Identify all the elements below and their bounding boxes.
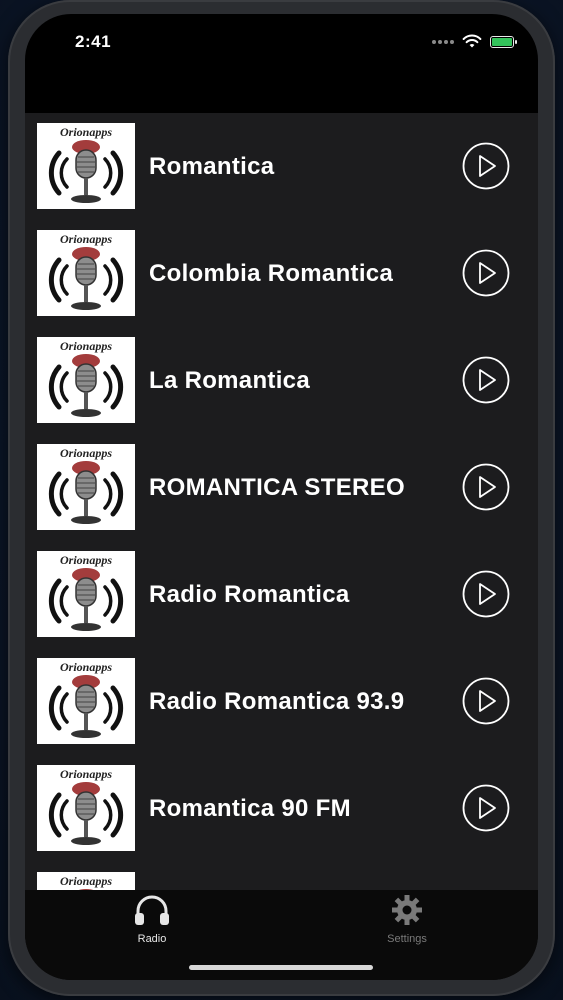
headphones-icon: [135, 895, 169, 925]
play-button[interactable]: [462, 677, 510, 725]
wifi-icon: [462, 34, 482, 48]
play-button[interactable]: [462, 142, 510, 190]
play-button[interactable]: [462, 249, 510, 297]
play-button[interactable]: [462, 570, 510, 618]
station-logo: Orionapps: [37, 765, 135, 851]
station-row[interactable]: Orionapps Colombia Romantica: [25, 220, 538, 327]
logo-text: Orionapps: [60, 339, 112, 353]
logo-text: Orionapps: [60, 553, 112, 567]
station-name: Romantica: [149, 153, 275, 180]
station-list[interactable]: Orionapps Romantica Orionapps Colombia R…: [25, 113, 538, 890]
play-icon: [462, 570, 510, 618]
logo-text: Orionapps: [60, 767, 112, 781]
station-row[interactable]: Orionapps: [25, 862, 538, 890]
status-time: 2:41: [75, 32, 112, 51]
station-row[interactable]: Orionapps Radio Romantica 93.9: [25, 648, 538, 755]
play-icon: [462, 356, 510, 404]
play-icon: [462, 784, 510, 832]
play-icon: [462, 463, 510, 511]
tab-radio-label: Radio: [137, 933, 167, 945]
logo-text: Orionapps: [60, 125, 112, 139]
status-icons: [432, 34, 517, 49]
station-logo: Orionapps: [37, 337, 135, 423]
logo-text: Orionapps: [60, 446, 112, 460]
station-row[interactable]: Orionapps ROMANTICA STEREO: [25, 434, 538, 541]
battery-icon: [490, 35, 517, 48]
station-row[interactable]: Orionapps Romantica 90 FM: [25, 755, 538, 862]
station-row[interactable]: Orionapps La Romantica: [25, 327, 538, 434]
station-name: ROMANTICA STEREO: [149, 474, 405, 501]
station-name: La Romantica: [149, 367, 310, 394]
station-logo: Orionapps: [37, 658, 135, 744]
home-indicator[interactable]: [189, 965, 373, 970]
play-icon: [462, 142, 510, 190]
logo-text: Orionapps: [60, 874, 112, 888]
station-name: Romantica 90 FM: [149, 795, 351, 822]
station-logo: Orionapps: [37, 551, 135, 637]
signal-icon: [432, 39, 454, 44]
station-logo: Orionapps: [37, 123, 135, 209]
play-icon: [462, 677, 510, 725]
logo-text: Orionapps: [60, 660, 112, 674]
station-name: Radio Romantica: [149, 581, 350, 608]
play-icon: [462, 249, 510, 297]
gear-icon: [392, 895, 422, 925]
logo-text: Orionapps: [60, 232, 112, 246]
station-name: Radio Romantica 93.9: [149, 688, 405, 715]
phone-frame: 2:41 Orionapps Romantica Orionapps Colom…: [8, 0, 555, 996]
tab-radio[interactable]: Radio: [92, 894, 212, 945]
station-logo: Orionapps: [37, 444, 135, 530]
station-logo: Orionapps: [37, 872, 135, 890]
play-button[interactable]: [462, 463, 510, 511]
notch: [155, 14, 408, 50]
play-button[interactable]: [462, 356, 510, 404]
tab-settings[interactable]: Settings: [347, 894, 467, 945]
station-row[interactable]: Orionapps Romantica: [25, 113, 538, 220]
phone-screen: 2:41 Orionapps Romantica Orionapps Colom…: [25, 14, 538, 980]
play-button[interactable]: [462, 784, 510, 832]
station-row[interactable]: Orionapps Radio Romantica: [25, 541, 538, 648]
station-logo: Orionapps: [37, 230, 135, 316]
station-name: Colombia Romantica: [149, 260, 394, 287]
tab-settings-label: Settings: [387, 933, 427, 945]
